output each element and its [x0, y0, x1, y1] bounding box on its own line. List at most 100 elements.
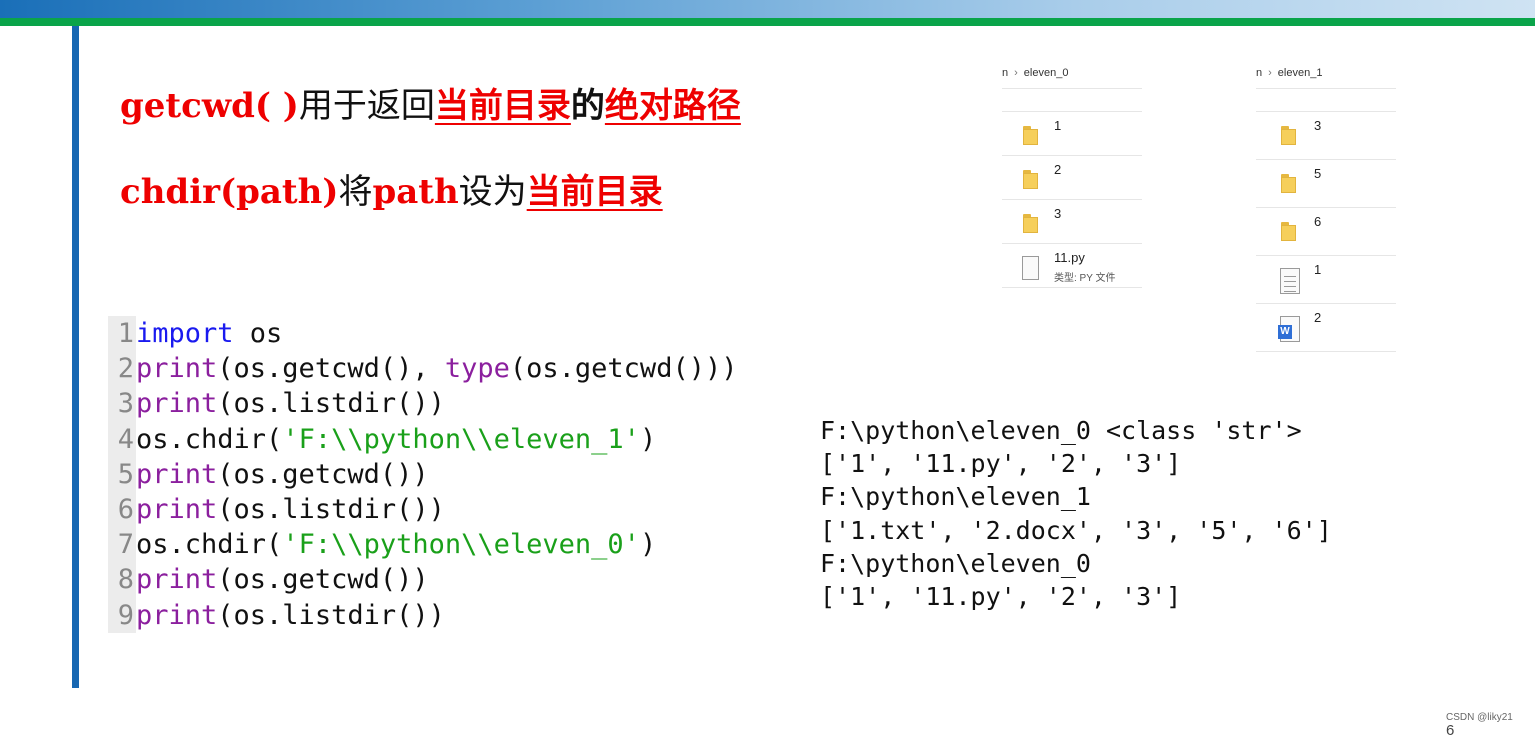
code-token: ) [639, 423, 657, 455]
file-type: 类型: PY 文件 [1054, 273, 1116, 284]
file-item[interactable]: 3 [1256, 112, 1396, 160]
code-token: print [136, 388, 218, 420]
file-name: 1 [1054, 118, 1062, 133]
output-line: F:\python\eleven_0 [820, 548, 1091, 578]
file-name: 2 [1314, 310, 1322, 325]
top-banner [0, 0, 1535, 18]
code-line: 3 print (os.listdir()) [108, 386, 737, 422]
heading-getcwd-text2: 的 [570, 86, 605, 126]
heading-getcwd-text1: 用于返回 [298, 86, 435, 126]
line-number: 5 [108, 456, 136, 492]
breadcrumb-prefix: n [1256, 67, 1263, 79]
line-number: 1 [108, 316, 136, 352]
line-number: 4 [108, 421, 136, 457]
code-token: print [136, 599, 218, 631]
explorer-panel-eleven-0: n › eleven_0 1 2 3 11.py 类型: PY 文件 [1002, 58, 1142, 296]
file-item[interactable]: 6 [1256, 208, 1396, 256]
code-token: (os.getcwd()) [217, 564, 429, 596]
breadcrumb-folder[interactable]: eleven_0 [1024, 67, 1069, 79]
heading-chdir-text1: 将 [338, 172, 373, 212]
file-item[interactable]: 11.py 类型: PY 文件 [1002, 244, 1142, 288]
code-token: os [233, 318, 283, 349]
chevron-right-icon: › [1268, 67, 1272, 79]
folder-icon [1280, 220, 1300, 242]
output-line: ['1.txt', '2.docx', '3', '5', '6'] [820, 515, 1332, 545]
txtfile-icon [1280, 268, 1300, 294]
folder-icon [1280, 124, 1300, 146]
code-token: 'F:\\python\\eleven_1' [282, 423, 640, 455]
code-token: print [136, 564, 218, 596]
code-line: 6 print (os.listdir()) [108, 491, 737, 528]
file-icon [1022, 256, 1039, 280]
heading-getcwd-hl2: 绝对路径 [604, 86, 741, 126]
code-token: (os.getcwd(), [217, 353, 445, 385]
file-list: 1 2 3 11.py 类型: PY 文件 [1002, 112, 1142, 288]
folder-icon [1022, 124, 1042, 146]
line-number: 2 [108, 351, 136, 387]
chevron-right-icon: › [1014, 67, 1018, 79]
file-name: 5 [1314, 166, 1322, 181]
code-token: (os.getcwd())) [509, 353, 738, 385]
code-line: 8 print (os.getcwd()) [108, 562, 737, 598]
heading-getcwd-hl1: 当前目录 [434, 86, 571, 126]
breadcrumb: n › eleven_1 [1256, 58, 1396, 89]
code-token: os.chdir( [136, 529, 283, 561]
heading-chdir-text2: 设为 [458, 172, 527, 212]
code-token: print [136, 493, 218, 525]
docx-icon: W [1278, 316, 1300, 342]
column-header-gap [1256, 89, 1396, 112]
file-name: 11.py [1054, 250, 1085, 265]
breadcrumb: n › eleven_0 [1002, 58, 1142, 89]
line-number: 8 [108, 562, 136, 598]
code-token: os.chdir( [136, 423, 283, 455]
code-token: print [136, 458, 218, 490]
line-number: 6 [108, 491, 136, 528]
code-token: print [136, 353, 218, 385]
file-item[interactable]: 2 [1002, 156, 1142, 200]
file-item[interactable]: 3 [1002, 200, 1142, 244]
file-name: 3 [1314, 118, 1322, 133]
heading-getcwd-func: getcwd( ) [120, 86, 299, 126]
code-token: type [444, 353, 510, 385]
line-number: 9 [108, 597, 136, 633]
file-name: 1 [1314, 262, 1322, 277]
heading-chdir-func: chdir(path) [120, 172, 339, 212]
code-token: ) [639, 529, 657, 561]
heading-chdir-hl1: 当前目录 [526, 172, 663, 212]
breadcrumb-folder[interactable]: eleven_1 [1278, 67, 1323, 79]
heading-getcwd: getcwd( )用于返回当前目录的绝对路径 [120, 84, 741, 128]
code-token: (os.listdir()) [217, 388, 445, 420]
code-token: (os.listdir()) [217, 493, 445, 525]
watermark: CSDN @liky21 [1446, 712, 1513, 723]
output-line: ['1', '11.py', '2', '3'] [820, 581, 1182, 611]
line-number: 3 [108, 386, 136, 422]
page-number: 6 [1446, 722, 1455, 739]
file-item[interactable]: 5 [1256, 160, 1396, 208]
output-line: F:\python\eleven_0 <class 'str'> [820, 416, 1302, 445]
code-line: 4 os.chdir('F:\\python\\eleven_1') [108, 421, 737, 457]
code-block: 1 import os 2 print (os.getcwd(), type (os.ge… [108, 316, 737, 633]
output-line: F:\python\eleven_1 [820, 482, 1091, 512]
line-number: 7 [108, 527, 136, 563]
code-line: 2 print (os.getcwd(), type (os.getcwd())) [108, 351, 738, 387]
output-console: F:\python\eleven_0 <class 'str'> ['1', '1… [820, 414, 1332, 613]
heading-chdir: chdir(path)将path设为当前目录 [120, 170, 663, 214]
code-line: 9 print (os.listdir()) [108, 597, 737, 633]
file-item[interactable]: W2 [1256, 304, 1396, 352]
code-line: 7 os.chdir('F:\\python\\eleven_0') [108, 527, 737, 563]
code-line: 5 print (os.getcwd()) [108, 456, 737, 492]
heading-chdir-path: path [372, 172, 459, 212]
folder-icon [1280, 172, 1300, 194]
code-token: (os.getcwd()) [217, 458, 429, 490]
output-line: ['1', '11.py', '2', '3'] [820, 449, 1182, 479]
code-line: 1 import os [108, 316, 737, 352]
file-name: 6 [1314, 214, 1322, 229]
column-header-gap [1002, 89, 1142, 112]
file-item[interactable]: 1 [1002, 112, 1142, 156]
explorer-panel-eleven-1: n › eleven_1 3 5 6 1 W2 [1256, 58, 1396, 358]
code-token: import [136, 318, 234, 349]
file-name: 2 [1054, 162, 1062, 177]
file-item[interactable]: 1 [1256, 256, 1396, 304]
top-banner-stripe [0, 18, 1535, 26]
code-token: (os.listdir()) [217, 599, 445, 631]
